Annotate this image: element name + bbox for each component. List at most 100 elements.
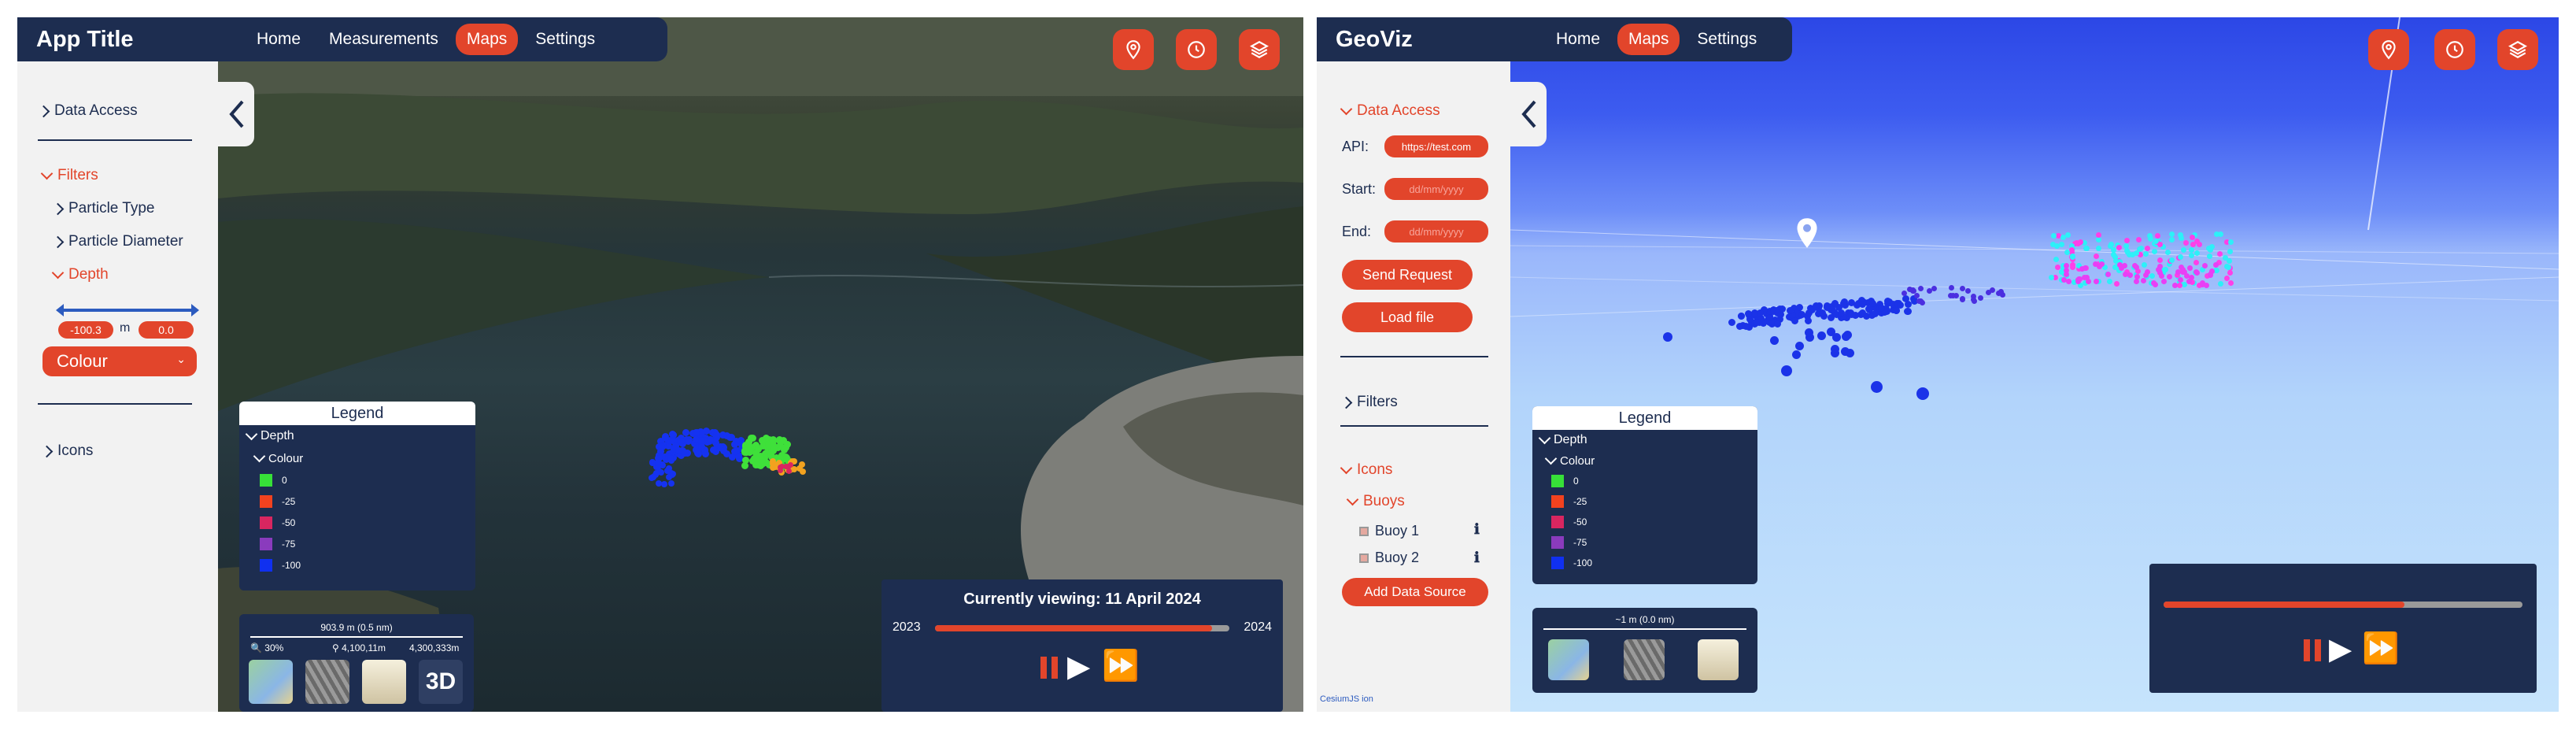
depth-range-slider[interactable] (56, 304, 199, 317)
current-date-label: Currently viewing: 11 April 2024 (963, 590, 1201, 608)
basemap-streets-thumbnail[interactable] (249, 660, 293, 704)
particle-point (706, 436, 714, 444)
particle-point (770, 446, 778, 453)
legend-colour-toggle[interactable]: Colour (1532, 450, 1757, 471)
particle-point (1781, 365, 1792, 376)
pause-icon[interactable] (2304, 639, 2321, 661)
buoy-2-item[interactable]: Buoy 2 (1359, 550, 1419, 566)
buoy-checkbox[interactable] (1359, 553, 1369, 563)
layers-button[interactable] (1239, 29, 1280, 70)
particle-point (2064, 249, 2070, 255)
colour-select[interactable]: Colour ⌄ (43, 346, 197, 376)
particle-point (2168, 257, 2175, 264)
legend-depth-toggle[interactable]: Depth (1532, 430, 1757, 450)
basemap-terrain-thumbnail[interactable] (362, 660, 406, 704)
collapse-sidebar-button[interactable] (218, 82, 254, 146)
start-date-input[interactable]: dd/mm/yyyy (1384, 178, 1488, 200)
particle-point (1901, 290, 1907, 296)
sidebar-item-filters[interactable]: Filters (40, 167, 98, 184)
depth-min-input[interactable]: -100.3 (58, 321, 113, 339)
chevron-down-icon (245, 428, 258, 440)
map-pin-button[interactable] (2368, 29, 2409, 70)
nav-measurements[interactable]: Measurements (318, 24, 449, 55)
basemap-terrain-thumbnail[interactable] (1698, 639, 1739, 680)
basemap-satellite-thumbnail[interactable] (1624, 639, 1665, 680)
legend-colour-toggle[interactable]: Colour (239, 447, 475, 469)
view-mode-3d-button[interactable]: 3D (419, 660, 463, 704)
slider-handle-min[interactable] (56, 304, 64, 317)
particle-point (1858, 300, 1866, 308)
legend-title: Legend (1532, 406, 1757, 430)
legend-items: 0 -25 -50 -75 -100 (239, 469, 475, 576)
map-pin-button[interactable] (1113, 29, 1154, 70)
particle-point (2093, 279, 2099, 285)
buoy-checkbox[interactable] (1359, 526, 1369, 536)
nav-settings[interactable]: Settings (524, 24, 606, 55)
sidebar-item-particle-type[interactable]: Particle Type (51, 200, 154, 217)
send-request-button[interactable]: Send Request (1342, 260, 1473, 290)
nav-home[interactable]: Home (1545, 24, 1611, 55)
info-icon[interactable]: ℹ (1474, 550, 1480, 566)
depth-max-input[interactable]: 0.0 (139, 321, 194, 339)
layers-button[interactable] (2497, 29, 2538, 70)
sidebar-item-icons[interactable]: Icons (40, 442, 93, 460)
particle-point (2168, 237, 2175, 243)
buoy-1-item[interactable]: Buoy 1 (1359, 523, 1419, 539)
sidebar-item-icons[interactable]: Icons (1340, 461, 1392, 479)
legend-item-label: -75 (1573, 537, 1587, 548)
timeline-progress (2164, 602, 2404, 608)
particle-point (662, 434, 670, 442)
sidebar-item-filters[interactable]: Filters (1340, 394, 1398, 411)
particle-point (2227, 248, 2233, 254)
api-input[interactable]: https://test.com (1384, 135, 1488, 157)
timeline-panel: ▶ ⏩ (2149, 564, 2537, 693)
fast-forward-icon[interactable]: ⏩ (1102, 649, 1139, 683)
chevron-right-icon (51, 202, 65, 215)
map-pin-icon (2382, 40, 2396, 60)
nav-maps[interactable]: Maps (455, 24, 519, 55)
nav-home[interactable]: Home (246, 24, 312, 55)
time-button[interactable] (2434, 29, 2475, 70)
fast-forward-icon[interactable]: ⏩ (2362, 631, 2399, 666)
collapse-sidebar-button[interactable] (1510, 82, 1547, 146)
play-icon[interactable]: ▶ (1067, 649, 1090, 684)
select-value: Colour (57, 351, 108, 371)
sidebar-item-particle-diameter[interactable]: Particle Diameter (51, 233, 183, 250)
nav-settings[interactable]: Settings (1686, 24, 1768, 55)
nav-maps[interactable]: Maps (1617, 24, 1680, 55)
timeline-progress (935, 625, 1212, 631)
pause-icon[interactable] (1040, 657, 1058, 679)
end-date-input[interactable]: dd/mm/yyyy (1384, 220, 1488, 242)
divider (38, 139, 192, 141)
play-icon[interactable]: ▶ (2329, 631, 2352, 667)
legend-swatch (260, 537, 272, 550)
info-icon[interactable]: ℹ (1474, 521, 1480, 538)
credits-logo[interactable]: CesiumJS ion (1320, 694, 1373, 704)
sidebar-item-depth[interactable]: Depth (51, 266, 109, 283)
chevron-down-icon (40, 167, 54, 180)
basemap-satellite-thumbnail[interactable] (305, 660, 349, 704)
chevron-down-icon: ⌄ (176, 353, 186, 365)
particle-point (2131, 263, 2138, 269)
map-pin-marker-icon[interactable] (1795, 217, 1819, 249)
timeline-track[interactable] (2164, 602, 2522, 608)
legend-depth-toggle[interactable]: Depth (239, 425, 475, 447)
time-button[interactable] (1176, 29, 1217, 70)
sidebar-item-data-access[interactable]: Data Access (37, 102, 138, 120)
top-navbar: App Title Home Measurements Maps Setting… (17, 17, 667, 61)
zoom-value: 30% (264, 642, 284, 653)
slider-handle-max[interactable] (191, 304, 199, 317)
divider (38, 403, 192, 405)
legend-colour-label: Colour (268, 451, 304, 465)
legend-item-label: -100 (282, 559, 301, 571)
timeline-track[interactable] (935, 625, 1229, 631)
legend-swatch (1551, 536, 1564, 549)
sidebar-item-data-access[interactable]: Data Access (1340, 102, 1440, 120)
load-file-button[interactable]: Load file (1342, 302, 1473, 332)
sidebar-item-buoys[interactable]: Buoys (1346, 493, 1405, 510)
basemap-streets-thumbnail[interactable] (1548, 639, 1589, 680)
timeline-panel: Currently viewing: 11 April 2024 2023 20… (881, 579, 1283, 712)
add-data-source-button[interactable]: Add Data Source (1342, 578, 1488, 606)
particle-point (2180, 247, 2186, 254)
coord-value-2: 4,300,333m (409, 642, 460, 653)
